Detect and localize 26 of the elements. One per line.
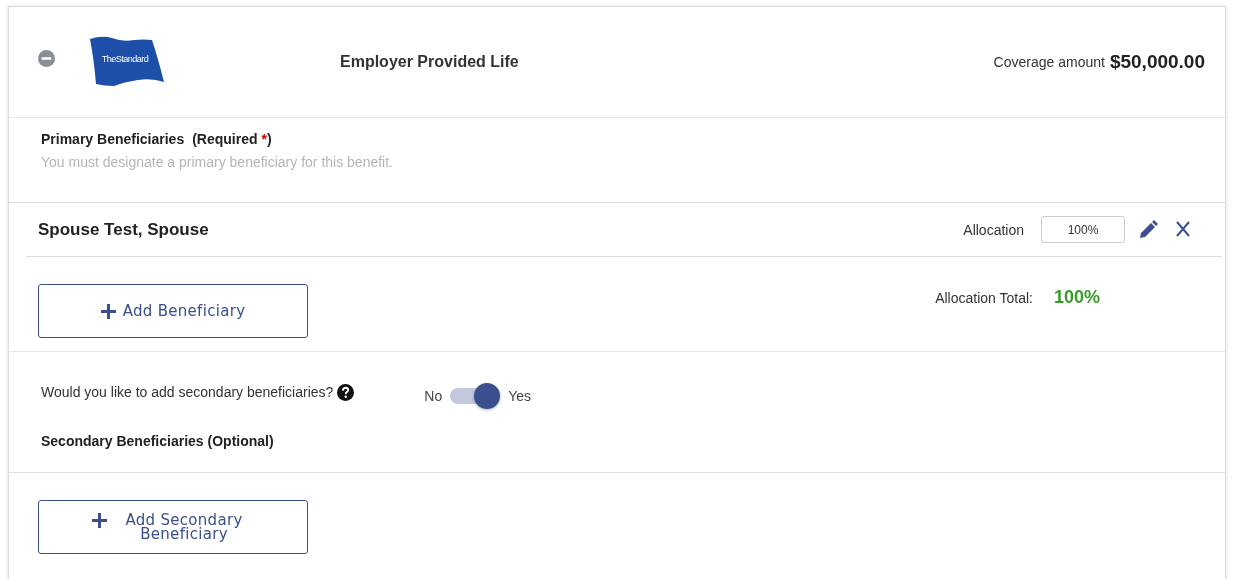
allocation-total-label: Allocation Total: [935, 289, 1033, 306]
add-beneficiary-button[interactable]: Add Beneficiary [38, 284, 308, 338]
question-text: Would you like to add secondary beneficiaries? [41, 384, 334, 400]
section-title: Secondary Beneficiaries (Optional) [41, 433, 275, 449]
plus-icon [100, 303, 116, 319]
toggle-off-label: No [424, 388, 443, 404]
pencil-icon[interactable] [1138, 219, 1158, 240]
help-icon[interactable] [337, 383, 355, 401]
beneficiary-name: Spouse Test, Spouse [38, 219, 210, 240]
flag-logo-icon [88, 36, 166, 88]
benefit-title: Employer Provided Life [340, 53, 520, 71]
logo-text: TheStandard [101, 54, 149, 64]
add-secondary-beneficiary-button[interactable]: Add Secondary Beneficiary [38, 500, 308, 554]
allocation-total: 100% [1053, 287, 1100, 308]
coverage-amount: $50,000.00 [1109, 51, 1205, 73]
allocation-field[interactable]: 100% [1041, 216, 1125, 243]
coverage-label: Coverage amount [993, 54, 1105, 70]
close-icon[interactable] [1176, 220, 1190, 237]
plus-icon [92, 513, 107, 528]
allocation-label: Allocation [963, 221, 1024, 238]
hint-text: You must designate a primary beneficiary for this benefit. [41, 154, 394, 170]
toggle-switch[interactable] [450, 383, 501, 409]
required-label: (Required *) [192, 131, 272, 147]
collapse-icon[interactable] [38, 49, 55, 67]
section-title: Primary Beneficiaries [41, 131, 185, 147]
toggle-on-label: Yes [508, 388, 532, 404]
